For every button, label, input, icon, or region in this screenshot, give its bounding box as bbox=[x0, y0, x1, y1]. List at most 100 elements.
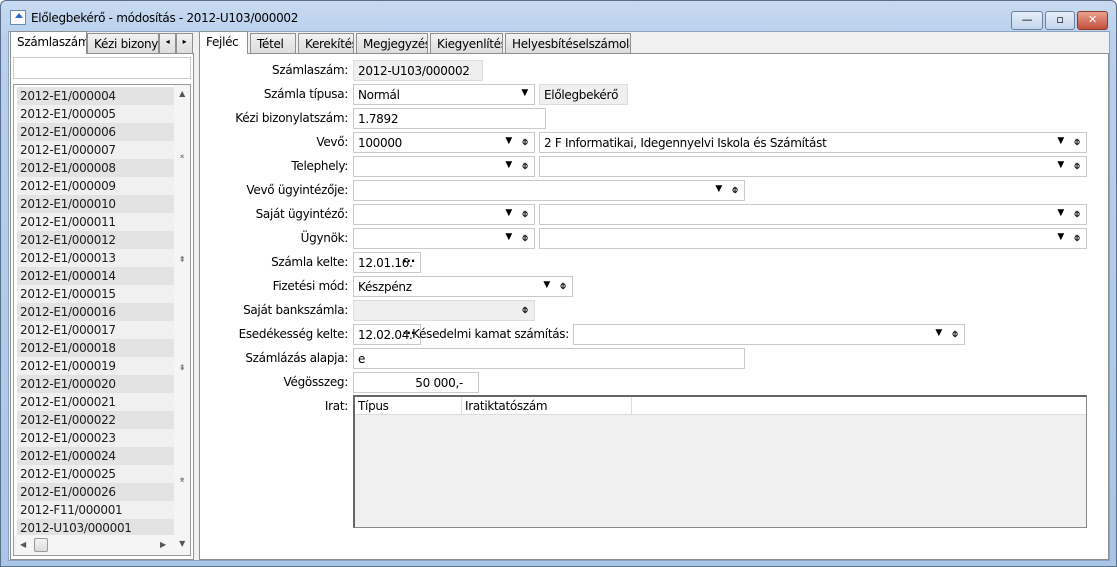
kelte-label: Számla kelte: bbox=[271, 255, 348, 269]
szamla-tipusa-select-value: Normál bbox=[358, 88, 400, 102]
vertical-scrollbar[interactable]: ▲ ⌅ ⇞ ⇟ ⌆ ▼ bbox=[174, 85, 190, 555]
vevo_ugy-label: Vevő ügyintézője: bbox=[246, 183, 348, 197]
attachment-icon[interactable]: ⌽ bbox=[1074, 231, 1081, 245]
maximize-button[interactable]: ▫ bbox=[1045, 11, 1075, 30]
column-header[interactable]: Típus bbox=[355, 397, 462, 414]
vevo-select[interactable]: 100000 ▼ ⌽ bbox=[353, 132, 535, 153]
vegosszeg-label: Végösszeg: bbox=[283, 375, 349, 389]
list-item[interactable]: 2012-E1/000025 bbox=[17, 465, 174, 483]
telephely-select[interactable]: ▼ ⌽ bbox=[353, 156, 535, 177]
dropdown-arrow-icon[interactable]: ▼ bbox=[1057, 232, 1064, 242]
vegosszeg-field[interactable]: 50 000,- bbox=[353, 372, 479, 393]
tipus-label: Számla típusa: bbox=[263, 87, 348, 101]
dropdown-arrow-icon[interactable]: ▼ bbox=[521, 88, 528, 98]
irat-grid[interactable]: Típus Iratiktatószám bbox=[353, 395, 1087, 528]
telephely-name-select[interactable]: ▼ ⌽ bbox=[539, 156, 1087, 177]
dropdown-arrow-icon[interactable]: ▼ bbox=[543, 280, 550, 290]
irat-label: Irat: bbox=[324, 399, 348, 413]
szamlazas-alapja-input-value: e bbox=[358, 352, 366, 366]
sajat-bankszamla-field: ⌽ bbox=[353, 300, 535, 321]
dropdown-arrow-icon[interactable]: ▼ bbox=[935, 328, 942, 338]
sajat-ugyintezo-name-select[interactable]: ▼ ⌽ bbox=[539, 204, 1087, 225]
dropdown-arrow-icon[interactable]: ▼ bbox=[715, 184, 722, 194]
fizetesi-mod-select-value: Készpénz bbox=[358, 280, 412, 294]
esedekesseg-label: Esedékesség kelte: bbox=[238, 327, 349, 341]
attachment-icon[interactable]: ⌽ bbox=[732, 183, 739, 197]
list-item[interactable]: 2012-F11/000001 bbox=[17, 501, 174, 519]
sajat_ugy-label: Saját ügyintéző: bbox=[255, 207, 349, 221]
fizetesi-mod-select[interactable]: Készpénz ▼ ⌽ bbox=[353, 276, 573, 297]
scroll-right-icon[interactable]: ▶ bbox=[160, 540, 166, 549]
ugynok-label: Ügynök: bbox=[300, 231, 349, 245]
attachment-icon[interactable]: ⌽ bbox=[522, 303, 529, 317]
dropdown-arrow-icon[interactable]: ▼ bbox=[505, 136, 512, 146]
kesedelmi-label: Késedelmi kamat számítás: bbox=[412, 327, 569, 341]
kezi-bizonylatszam-input-value: 1.7892 bbox=[358, 112, 399, 126]
szamlaszam-field-value: 2012-U103/000002 bbox=[358, 64, 470, 78]
vevo-name-select[interactable]: 2 F Informatikai, Idegennyelvi Iskola és… bbox=[539, 132, 1087, 153]
attachment-icon[interactable]: ⌽ bbox=[952, 327, 959, 341]
close-button[interactable]: ✕ bbox=[1077, 11, 1108, 30]
ugynok-name-select[interactable]: ▼ ⌽ bbox=[539, 228, 1087, 249]
vevo-label: Vevő: bbox=[316, 135, 348, 149]
tab-fejléc[interactable]: Fejléc bbox=[199, 31, 248, 54]
tab-szamlaszam[interactable]: Számlaszám bbox=[10, 31, 87, 54]
date-picker-button[interactable]: ··· bbox=[402, 254, 415, 268]
tab-scroll-left-icon[interactable]: ◂ bbox=[159, 33, 176, 53]
kezi-label: Kézi bizonylatszám: bbox=[235, 111, 348, 125]
list-item[interactable]: 2012-E1/000022 bbox=[17, 411, 174, 429]
app-icon bbox=[10, 10, 26, 25]
sajat-ugyintezo-select[interactable]: ▼ ⌽ bbox=[353, 204, 535, 225]
minimize-button[interactable]: — bbox=[1011, 11, 1043, 30]
list-item[interactable]: 2012-E1/000024 bbox=[17, 447, 174, 465]
szamlaszam-label: Számlaszám: bbox=[272, 63, 348, 77]
attachment-icon[interactable]: ⌽ bbox=[522, 207, 529, 221]
scroll-left-icon[interactable]: ◀ bbox=[20, 540, 26, 549]
dropdown-arrow-icon[interactable]: ▼ bbox=[505, 208, 512, 218]
dropdown-arrow-icon[interactable]: ▼ bbox=[1057, 160, 1064, 170]
invoice-list: 2012-E1/000004 2012-E1/000005 2012-E1/0000… bbox=[13, 84, 191, 556]
tab-helyesbítéselszámolás[interactable]: Helyesbítéselszámolás bbox=[505, 33, 631, 53]
dropdown-arrow-icon[interactable]: ▼ bbox=[505, 232, 512, 242]
szamlazas-alapja-input[interactable]: e bbox=[353, 348, 745, 369]
kesedelmi-kamat-select[interactable]: ▼ ⌽ bbox=[573, 324, 965, 345]
tab-scroll-right-icon[interactable]: ▸ bbox=[176, 33, 193, 53]
page-end-icon[interactable]: ⌆ bbox=[174, 475, 190, 484]
kezi-bizonylatszam-input[interactable]: 1.7892 bbox=[353, 108, 546, 129]
tab-kiegyenlítés[interactable]: Kiegyenlítés bbox=[430, 33, 503, 53]
column-header[interactable]: Iratiktatószám bbox=[462, 397, 632, 414]
attachment-icon[interactable]: ⌽ bbox=[1074, 207, 1081, 221]
tab-megjegyzés[interactable]: Megjegyzés bbox=[356, 33, 428, 53]
dropdown-arrow-icon[interactable]: ▼ bbox=[505, 160, 512, 170]
attachment-icon[interactable]: ⌽ bbox=[522, 231, 529, 245]
tab-kezi-bizonylat[interactable]: Kézi bizonyl bbox=[87, 33, 159, 53]
attachment-icon[interactable]: ⌽ bbox=[522, 159, 529, 173]
szamla-tipusa-extra-value: Előlegbekérő bbox=[544, 88, 619, 102]
attachment-icon[interactable]: ⌽ bbox=[1074, 159, 1081, 173]
szamla-tipusa-extra: Előlegbekérő bbox=[539, 84, 628, 105]
attachment-icon[interactable]: ⌽ bbox=[1074, 135, 1081, 149]
tab-tétel[interactable]: Tétel bbox=[250, 33, 296, 53]
szamla-tipusa-select[interactable]: Normál ▼ bbox=[353, 84, 535, 105]
attachment-icon[interactable]: ⌽ bbox=[522, 135, 529, 149]
list-item[interactable]: 2012-E1/000023 bbox=[17, 429, 174, 447]
attachment-icon[interactable]: ⌽ bbox=[560, 279, 567, 293]
dropdown-arrow-icon[interactable]: ▼ bbox=[1057, 136, 1064, 146]
bank-label: Saját bankszámla: bbox=[243, 303, 348, 317]
dropdown-arrow-icon[interactable]: ▼ bbox=[1057, 208, 1064, 218]
scroll-down-icon[interactable]: ▼ bbox=[174, 539, 190, 548]
fejlec-panel: Számlaszám: 2012-U103/000002 Számla típusa… bbox=[199, 53, 1109, 560]
window: Előlegbekérő - módosítás - 2012-U103/000… bbox=[0, 0, 1117, 567]
scroll-thumb[interactable] bbox=[34, 538, 48, 552]
szamla-kelte-input[interactable]: 12.01.16. ··· bbox=[353, 252, 421, 273]
list-item[interactable]: 2012-E1/000026 bbox=[17, 483, 174, 501]
tab-kerekítés[interactable]: Kerekítés bbox=[298, 33, 354, 53]
vegosszeg-field-value: 50 000,- bbox=[415, 376, 463, 390]
vevo-name-select-value: 2 F Informatikai, Idegennyelvi Iskola és… bbox=[544, 136, 827, 150]
horizontal-scrollbar[interactable]: ◀ ▶ bbox=[14, 535, 174, 555]
fizetesi-label: Fizetési mód: bbox=[272, 279, 349, 293]
window-title: Előlegbekérő - módosítás - 2012-U103/000… bbox=[31, 11, 299, 25]
vevo-ugyintezoje-select[interactable]: ▼ ⌽ bbox=[353, 180, 745, 201]
alapja-label: Számlázás alapja: bbox=[245, 351, 348, 365]
ugynok-select[interactable]: ▼ ⌽ bbox=[353, 228, 535, 249]
